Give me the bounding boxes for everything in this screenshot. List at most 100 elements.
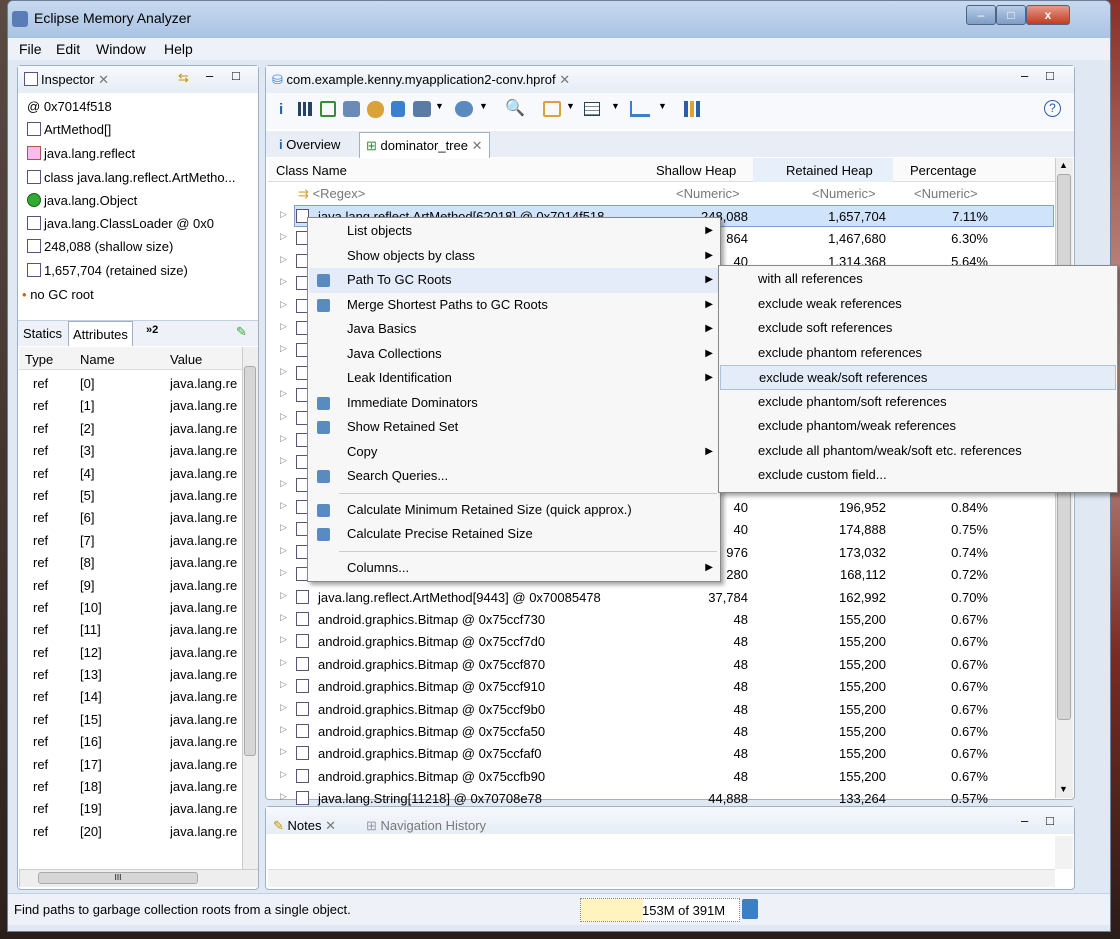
expand-arrow-icon[interactable]: ▷: [280, 366, 287, 377]
pin-icon[interactable]: ✎: [236, 324, 247, 340]
menu-file[interactable]: File: [19, 41, 42, 57]
attribute-row[interactable]: ref [1] java.lang.re: [18, 394, 246, 416]
expand-arrow-icon[interactable]: ▷: [280, 522, 287, 533]
expand-arrow-icon[interactable]: ▷: [280, 679, 287, 690]
expand-arrow-icon[interactable]: ▷: [280, 388, 287, 399]
expand-arrow-icon[interactable]: ▷: [280, 209, 287, 220]
column-class-name[interactable]: Class Name: [276, 163, 347, 178]
attribute-row[interactable]: ref [18] java.lang.re: [18, 775, 246, 797]
attribute-row[interactable]: ref [7] java.lang.re: [18, 529, 246, 551]
context-menu-item[interactable]: Show Retained Set: [309, 415, 719, 440]
expand-arrow-icon[interactable]: ▷: [280, 343, 287, 354]
attribute-row[interactable]: ref [8] java.lang.re: [18, 551, 246, 573]
attribute-row[interactable]: ref [14] java.lang.re: [18, 685, 246, 707]
submenu-item[interactable]: exclude soft references: [720, 316, 1116, 341]
column-percentage[interactable]: Percentage: [910, 163, 977, 178]
regex-filter[interactable]: ⇉ <Regex>: [298, 186, 365, 202]
heap-dump-icon-2[interactable]: [391, 101, 405, 117]
scroll-up-icon[interactable]: ▲: [1059, 160, 1068, 170]
submenu-item[interactable]: exclude weak/soft references: [720, 365, 1116, 390]
notes-tab[interactable]: ✎ Notes ✕: [273, 818, 336, 834]
close-subtab-icon[interactable]: ✕: [472, 138, 483, 153]
chevron-down-icon[interactable]: ▼: [611, 101, 620, 111]
attribute-row[interactable]: ref [20] java.lang.re: [18, 820, 246, 842]
column-value[interactable]: Value: [170, 352, 202, 367]
menu-window[interactable]: Window: [96, 41, 146, 57]
table-row[interactable]: ▷ android.graphics.Bitmap @ 0x75ccf9b0 48 1…: [268, 698, 1055, 720]
maximize-notes-icon[interactable]: □: [1046, 813, 1054, 828]
expand-arrow-icon[interactable]: ▷: [280, 254, 287, 265]
table-row[interactable]: ▷ android.graphics.Bitmap @ 0x75ccfa50 48 1…: [268, 720, 1055, 742]
attribute-row[interactable]: ref [19] java.lang.re: [18, 797, 246, 819]
table-row[interactable]: ▷ android.graphics.Bitmap @ 0x75ccf730 48 1…: [268, 608, 1055, 630]
attribute-row[interactable]: ref [12] java.lang.re: [18, 641, 246, 663]
context-menu-item[interactable]: Path To GC Roots ▶: [309, 268, 719, 293]
context-menu-item[interactable]: Java Collections ▶: [309, 342, 719, 367]
attributes-hscroll-thumb[interactable]: III: [38, 872, 198, 884]
close-editor-tab-icon[interactable]: ✕: [559, 72, 570, 87]
minimize-notes-icon[interactable]: –: [1021, 813, 1028, 828]
histogram-icon[interactable]: [298, 102, 312, 116]
column-shallow-heap[interactable]: Shallow Heap: [656, 163, 736, 178]
table-row[interactable]: ▷ android.graphics.Bitmap @ 0x75ccf7d0 48 1…: [268, 630, 1055, 652]
context-menu-item[interactable]: Merge Shortest Paths to GC Roots ▶: [309, 293, 719, 318]
thread-overview-icon[interactable]: [367, 101, 384, 118]
retained-filter[interactable]: <Numeric>: [812, 186, 876, 201]
attribute-row[interactable]: ref [13] java.lang.re: [18, 663, 246, 685]
reports-dropdown-icon[interactable]: [413, 101, 431, 117]
table-row[interactable]: ▷ java.lang.reflect.ArtMethod[9443] @ 0x7…: [268, 586, 1055, 608]
maximize-editor-icon[interactable]: □: [1046, 68, 1054, 83]
submenu-item[interactable]: exclude phantom references: [720, 341, 1116, 366]
percentage-filter[interactable]: <Numeric>: [914, 186, 978, 201]
expand-arrow-icon[interactable]: ▷: [280, 791, 287, 802]
chevron-down-icon[interactable]: ▼: [658, 101, 667, 111]
chevron-down-icon[interactable]: ▼: [435, 101, 444, 111]
expand-arrow-icon[interactable]: ▷: [280, 769, 287, 780]
attribute-row[interactable]: ref [9] java.lang.re: [18, 574, 246, 596]
scroll-down-icon[interactable]: ▼: [1059, 784, 1068, 794]
submenu-item[interactable]: exclude phantom/soft references: [720, 390, 1116, 415]
garbage-collect-icon[interactable]: [742, 899, 758, 919]
attribute-row[interactable]: ref [6] java.lang.re: [18, 506, 246, 528]
search-icon[interactable]: 🔍: [505, 98, 525, 118]
table-row[interactable]: ▷ android.graphics.Bitmap @ 0x75ccfb90 48 1…: [268, 765, 1055, 787]
calculate-retained-icon[interactable]: [584, 102, 600, 116]
navigation-history-tab[interactable]: ⊞ Navigation History: [366, 818, 486, 834]
submenu-item[interactable]: exclude phantom/weak references: [720, 414, 1116, 439]
editor-tab[interactable]: ⛁ com.example.kenny.myapplication2-conv.…: [272, 72, 570, 88]
attribute-row[interactable]: ref [3] java.lang.re: [18, 439, 246, 461]
attribute-row[interactable]: ref [2] java.lang.re: [18, 417, 246, 439]
expand-arrow-icon[interactable]: ▷: [280, 657, 287, 668]
oql-icon[interactable]: [343, 101, 360, 117]
table-row[interactable]: ▷ android.graphics.Bitmap @ 0x75ccfaf0 48 1…: [268, 742, 1055, 764]
context-menu-item[interactable]: Calculate Minimum Retained Size (quick a…: [309, 498, 719, 523]
overview-icon[interactable]: i: [279, 101, 283, 118]
link-with-editor-icon[interactable]: ⇆: [178, 70, 189, 86]
expand-arrow-icon[interactable]: ▷: [280, 321, 287, 332]
column-name[interactable]: Name: [80, 352, 115, 367]
attributes-scroll-thumb[interactable]: [244, 366, 256, 756]
context-menu-item[interactable]: Immediate Dominators: [309, 391, 719, 416]
tab-statics[interactable]: Statics: [23, 326, 62, 341]
submenu-item[interactable]: exclude weak references: [720, 292, 1116, 317]
attribute-row[interactable]: ref [4] java.lang.re: [18, 462, 246, 484]
expand-arrow-icon[interactable]: ▷: [280, 567, 287, 578]
chevron-down-icon[interactable]: ▼: [566, 101, 575, 111]
compare-icon[interactable]: [684, 101, 700, 117]
expand-arrow-icon[interactable]: ▷: [280, 433, 287, 444]
inspector-tab[interactable]: Inspector ✕: [24, 72, 109, 88]
context-menu-item[interactable]: List objects ▶: [309, 219, 719, 244]
attribute-row[interactable]: ref [5] java.lang.re: [18, 484, 246, 506]
context-menu-item[interactable]: Leak Identification ▶: [309, 366, 719, 391]
submenu-item[interactable]: with all references: [720, 267, 1116, 292]
attribute-row[interactable]: ref [17] java.lang.re: [18, 753, 246, 775]
chevron-down-icon[interactable]: ▼: [479, 101, 488, 111]
attribute-row[interactable]: ref [15] java.lang.re: [18, 708, 246, 730]
expand-arrow-icon[interactable]: ▷: [280, 590, 287, 601]
expand-arrow-icon[interactable]: ▷: [280, 612, 287, 623]
menu-edit[interactable]: Edit: [56, 41, 80, 57]
maximize-view-icon[interactable]: □: [232, 68, 240, 83]
expand-arrow-icon[interactable]: ▷: [280, 276, 287, 287]
context-menu-item[interactable]: Show objects by class ▶: [309, 244, 719, 269]
dominator-tree-icon[interactable]: [320, 101, 336, 117]
